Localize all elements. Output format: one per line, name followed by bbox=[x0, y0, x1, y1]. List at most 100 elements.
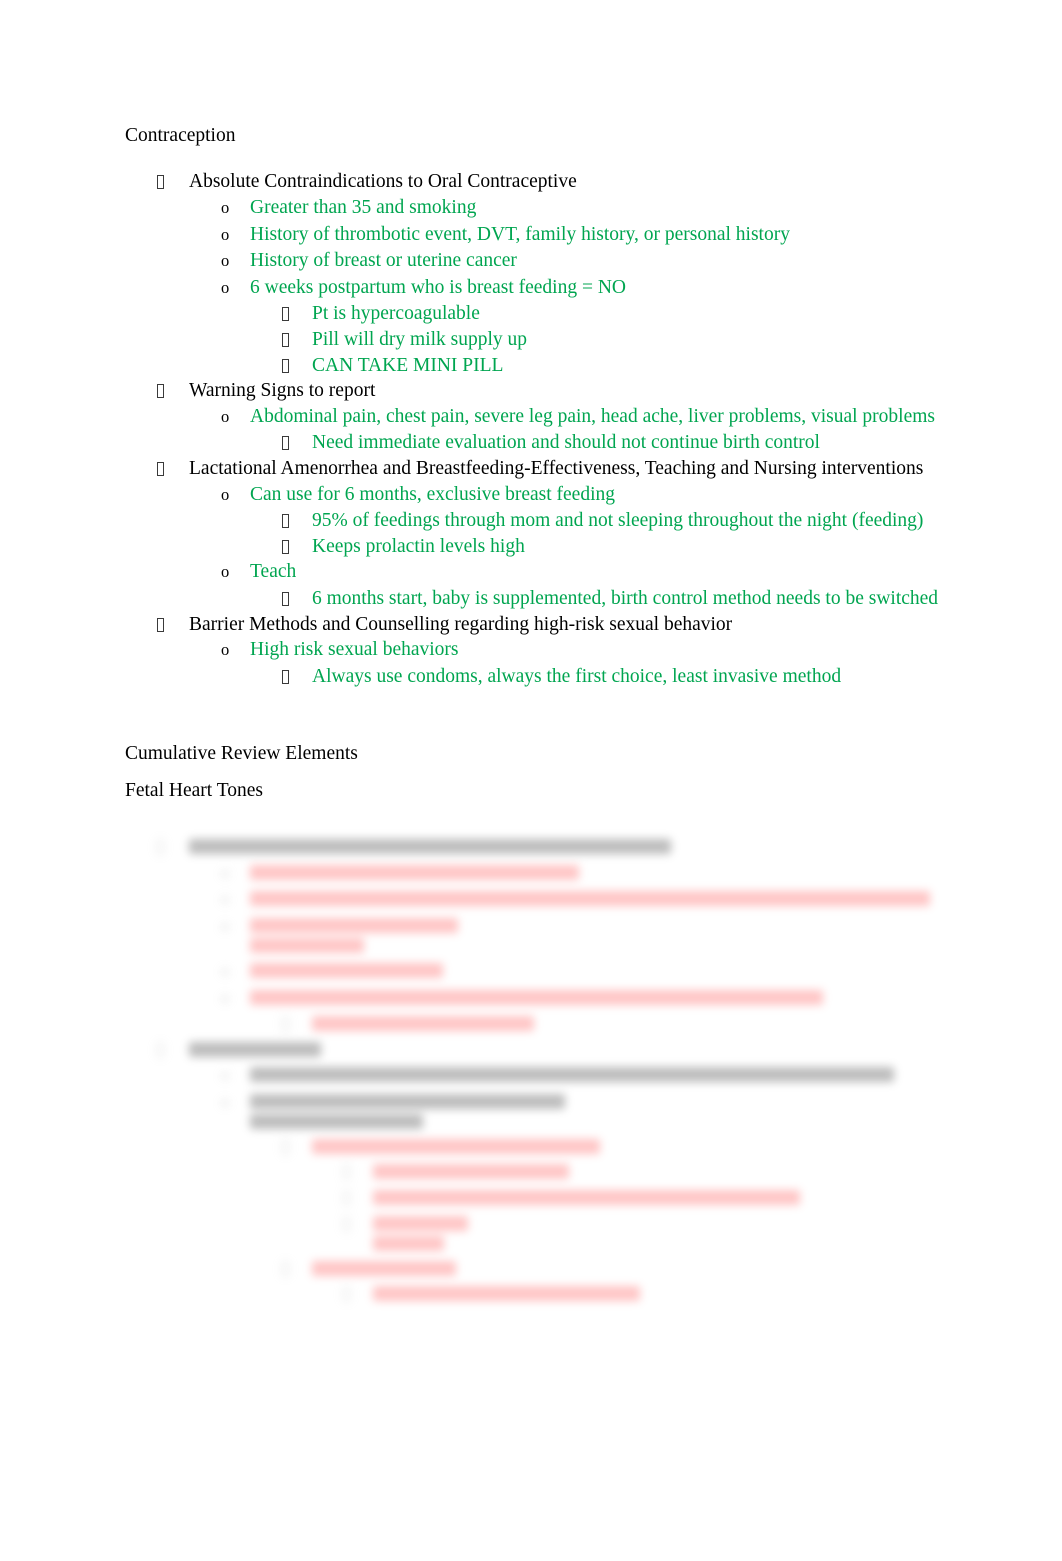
list-item-label bbox=[373, 1185, 966, 1210]
list-item bbox=[125, 1037, 966, 1063]
list-item: o bbox=[125, 985, 966, 1012]
list-marker-box bbox=[157, 169, 189, 195]
box-bullet-icon bbox=[343, 1165, 350, 1180]
list-marker-circle: o bbox=[221, 275, 250, 302]
redacted-text-band bbox=[250, 937, 365, 953]
list-marker-circle: o bbox=[221, 637, 250, 664]
list-item: Keeps prolactin levels high bbox=[125, 534, 966, 560]
circle-marker-icon: o bbox=[221, 1091, 230, 1111]
list-item-label bbox=[250, 1062, 966, 1087]
list-item-label: Teach bbox=[250, 561, 297, 583]
list-marker-box bbox=[157, 1037, 189, 1063]
redacted-text-band bbox=[373, 1164, 569, 1180]
fetal-heart-tones-outline-redacted: ooooooo bbox=[125, 834, 966, 1307]
list-item: o bbox=[125, 886, 966, 913]
list-item-label: Abdominal pain, chest pain, severe leg p… bbox=[250, 405, 936, 427]
box-bullet-icon bbox=[157, 617, 164, 632]
list-item: o Abdominal pain, chest pain, severe leg … bbox=[125, 404, 966, 431]
redacted-text-band bbox=[250, 917, 458, 933]
list-marker-circle: o bbox=[221, 222, 250, 249]
redacted-text-band bbox=[250, 962, 444, 978]
circle-marker-icon: o bbox=[221, 862, 230, 882]
redacted-text-band bbox=[373, 1235, 445, 1251]
redacted-text-band bbox=[373, 1190, 800, 1206]
list-marker-circle: o bbox=[221, 958, 250, 985]
list-marker-box bbox=[282, 534, 312, 560]
list-item: o History of breast or uterine cancer bbox=[125, 248, 966, 275]
list-item bbox=[125, 1134, 966, 1160]
list-item-label bbox=[312, 1256, 966, 1281]
circle-marker-icon: o bbox=[221, 889, 230, 909]
box-bullet-icon bbox=[282, 307, 289, 322]
list-item-label: 6 months start, baby is supplemented, bi… bbox=[312, 587, 939, 609]
list-item bbox=[125, 1011, 966, 1037]
redacted-text-band bbox=[250, 989, 823, 1005]
list-item-label bbox=[250, 860, 966, 885]
list-item-label: 95% of feedings through mom and not slee… bbox=[312, 510, 924, 532]
list-marker-box bbox=[282, 508, 312, 534]
box-bullet-icon bbox=[343, 1191, 350, 1206]
box-bullet-icon bbox=[282, 1261, 289, 1276]
list-marker-box bbox=[343, 1185, 373, 1211]
redacted-text-band bbox=[373, 1286, 640, 1302]
list-item: 95% of feedings through mom and not slee… bbox=[125, 508, 966, 534]
list-item-label: Warning Signs to report bbox=[189, 380, 376, 402]
redacted-text-band bbox=[312, 1260, 456, 1276]
box-bullet-icon bbox=[282, 1017, 289, 1032]
list-item: Lactational Amenorrhea and Breastfeeding… bbox=[125, 456, 966, 482]
list-item-label bbox=[373, 1211, 966, 1256]
redacted-text-band bbox=[312, 1138, 600, 1154]
list-item-label: Absolute Contraindications to Oral Contr… bbox=[189, 171, 577, 193]
list-item-label bbox=[250, 913, 966, 958]
list-marker-box bbox=[157, 378, 189, 404]
list-item bbox=[125, 1185, 966, 1211]
list-item-label bbox=[250, 958, 966, 983]
list-item-label bbox=[312, 1134, 966, 1159]
list-marker-box bbox=[282, 327, 312, 353]
list-marker-circle: o bbox=[221, 248, 250, 275]
list-item-label bbox=[189, 1037, 966, 1062]
list-item-label: Need immediate evaluation and should not… bbox=[312, 432, 820, 454]
list-item: Warning Signs to report bbox=[125, 378, 966, 404]
box-bullet-icon bbox=[282, 1139, 289, 1154]
list-item: o bbox=[125, 1062, 966, 1089]
list-marker-box bbox=[343, 1281, 373, 1307]
list-marker-box bbox=[343, 1211, 373, 1237]
box-bullet-icon bbox=[282, 358, 289, 373]
list-item-label bbox=[373, 1281, 966, 1306]
list-item: Barrier Methods and Counselling regardin… bbox=[125, 612, 966, 638]
contraception-outline: Absolute Contraindications to Oral Contr… bbox=[125, 169, 966, 689]
list-item bbox=[125, 1211, 966, 1256]
list-item: 6 months start, baby is supplemented, bi… bbox=[125, 586, 966, 612]
list-item: o bbox=[125, 913, 966, 958]
list-marker-box bbox=[282, 1256, 312, 1282]
circle-marker-icon: o bbox=[221, 406, 230, 426]
circle-marker-icon: o bbox=[221, 640, 230, 660]
circle-marker-icon: o bbox=[221, 960, 230, 980]
fetal-heart-tones-heading: Fetal Heart Tones bbox=[125, 779, 263, 801]
box-bullet-icon bbox=[282, 514, 289, 529]
list-item: o History of thrombotic event, DVT, famil… bbox=[125, 222, 966, 249]
list-item bbox=[125, 1159, 966, 1185]
list-item: o bbox=[125, 1089, 966, 1134]
list-marker-circle: o bbox=[221, 1062, 250, 1089]
redacted-text-band bbox=[189, 839, 671, 855]
list-item: Always use condoms, always the first cho… bbox=[125, 664, 966, 690]
list-item-label: History of thrombotic event, DVT, family… bbox=[250, 223, 790, 245]
list-marker-box bbox=[343, 1159, 373, 1185]
box-bullet-icon bbox=[282, 436, 289, 451]
box-bullet-icon bbox=[157, 461, 164, 476]
box-bullet-icon bbox=[343, 1287, 350, 1302]
list-item: Need immediate evaluation and should not… bbox=[125, 430, 966, 456]
redacted-text-band bbox=[250, 1067, 895, 1083]
list-marker-box bbox=[157, 612, 189, 638]
list-item: o Teach bbox=[125, 559, 966, 586]
list-item: o 6 weeks postpartum who is breast feedin… bbox=[125, 275, 966, 302]
redacted-text-band bbox=[250, 1093, 566, 1109]
list-marker-box bbox=[282, 430, 312, 456]
list-item: CAN TAKE MINI PILL bbox=[125, 353, 966, 379]
redacted-text-band bbox=[373, 1215, 468, 1231]
list-marker-circle: o bbox=[221, 1089, 250, 1116]
redacted-text-band bbox=[250, 864, 580, 880]
